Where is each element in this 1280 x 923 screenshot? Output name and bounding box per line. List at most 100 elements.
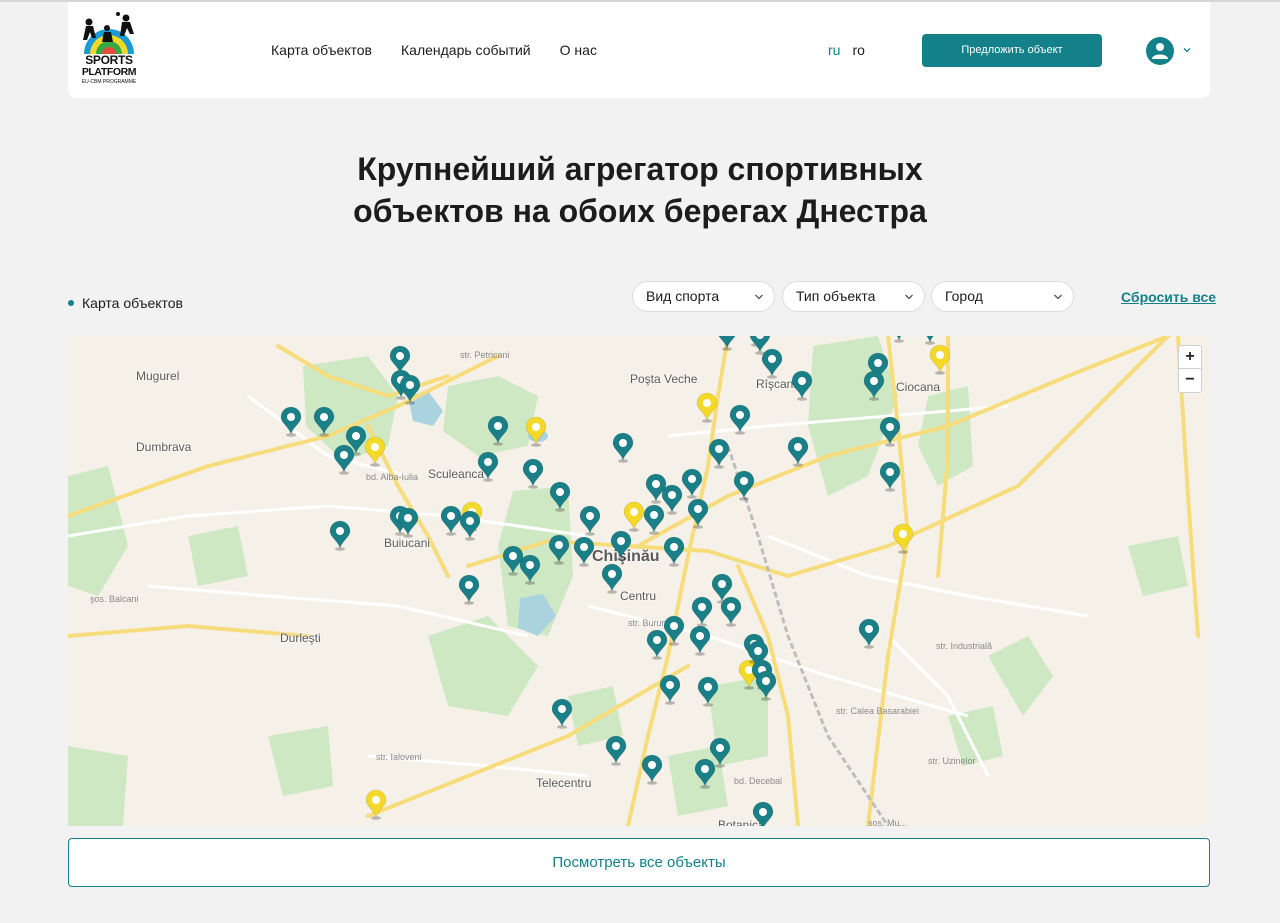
map-pin-teal[interactable] bbox=[601, 563, 623, 594]
map-pin-teal[interactable] bbox=[791, 370, 813, 401]
map-pin-teal[interactable] bbox=[605, 735, 627, 766]
chevron-down-icon bbox=[1054, 294, 1062, 300]
map-pin-yellow[interactable] bbox=[365, 789, 387, 820]
map-pin-teal[interactable] bbox=[519, 554, 541, 585]
suggest-object-button[interactable]: Предложить объект bbox=[922, 34, 1102, 67]
sport-type-select-value: Вид спорта bbox=[646, 288, 720, 304]
map-pin-teal[interactable] bbox=[551, 698, 573, 729]
map-pin-teal[interactable] bbox=[863, 370, 885, 401]
map-pin-teal[interactable] bbox=[548, 534, 570, 565]
map-street-label: str. Uzinelor bbox=[928, 756, 976, 766]
map-street-label: şos. Balcani bbox=[90, 594, 139, 604]
user-icon bbox=[1152, 43, 1168, 59]
map-pin-teal[interactable] bbox=[487, 415, 509, 446]
zoom-in-button[interactable]: + bbox=[1179, 346, 1201, 369]
map-pin-teal[interactable] bbox=[329, 520, 351, 551]
map-pin-yellow[interactable] bbox=[929, 344, 951, 375]
chevron-down-icon bbox=[905, 294, 913, 300]
map-pin-teal[interactable] bbox=[694, 758, 716, 789]
map-pin-teal[interactable] bbox=[579, 505, 601, 536]
map-pin-teal[interactable] bbox=[687, 498, 709, 529]
map-pin-teal[interactable] bbox=[681, 468, 703, 499]
sports-platform-logo[interactable]: SPORTS PLATFORM EU-CBM PROGRAMME bbox=[80, 12, 138, 88]
map-place-label: Centru bbox=[620, 589, 657, 603]
map-pin-teal[interactable] bbox=[659, 674, 681, 705]
map-pin-teal[interactable] bbox=[755, 670, 777, 701]
map-place-label: Durleşti bbox=[280, 631, 321, 645]
map-pin-teal[interactable] bbox=[716, 336, 738, 351]
map-pin-teal[interactable] bbox=[612, 432, 634, 463]
map-markers-layer: str. Petricani bd. Alba-Iulia str. Burundu… bbox=[68, 336, 1210, 826]
sport-type-select[interactable]: Вид спорта bbox=[632, 281, 775, 312]
map-section-label-text: Карта объектов bbox=[82, 295, 183, 311]
map-pin-teal[interactable] bbox=[458, 574, 480, 605]
map-pin-teal[interactable] bbox=[919, 336, 941, 345]
map-pin-teal[interactable] bbox=[280, 406, 302, 437]
logo-emblem-icon bbox=[83, 12, 134, 54]
map-pin-teal[interactable] bbox=[646, 629, 668, 660]
map-pin-teal[interactable] bbox=[691, 596, 713, 627]
chevron-down-icon[interactable] bbox=[1182, 45, 1192, 55]
map-pin-teal[interactable] bbox=[733, 470, 755, 501]
map-pin-teal[interactable] bbox=[477, 451, 499, 482]
map-street-label: str. Industrială bbox=[936, 641, 993, 651]
page-title-text: Крупнейший агрегатор спортивных объектов… bbox=[353, 151, 927, 229]
map-pin-teal[interactable] bbox=[879, 461, 901, 492]
language-switcher: ru ro bbox=[828, 41, 865, 59]
map-pin-teal[interactable] bbox=[689, 625, 711, 656]
map-section-label: Карта объектов bbox=[68, 294, 183, 312]
map-pin-teal[interactable] bbox=[399, 374, 421, 405]
user-avatar[interactable] bbox=[1146, 37, 1174, 65]
map-pin-teal[interactable] bbox=[397, 507, 419, 538]
logo-word-programme: EU-CBM PROGRAMME bbox=[81, 79, 137, 85]
map-pin-teal[interactable] bbox=[720, 596, 742, 627]
map-pin-yellow[interactable] bbox=[696, 392, 718, 423]
map-pin-teal[interactable] bbox=[459, 510, 481, 541]
map-pin-teal[interactable] bbox=[549, 481, 571, 512]
map-pin-teal[interactable] bbox=[313, 406, 335, 437]
nav-link-calendar[interactable]: Календарь событий bbox=[401, 41, 531, 59]
map-place-label: Sculeanca bbox=[428, 467, 485, 481]
map-street-label: bd. Decebal bbox=[734, 776, 783, 786]
map-pin-teal[interactable] bbox=[643, 504, 665, 535]
map-street-label: str. Petricani bbox=[460, 350, 510, 360]
map-pin-teal[interactable] bbox=[752, 801, 774, 826]
reset-filters-link[interactable]: Сбросить все bbox=[1121, 288, 1216, 306]
object-type-select[interactable]: Тип объекта bbox=[782, 281, 925, 312]
map-pin-yellow[interactable] bbox=[892, 523, 914, 554]
nav-link-about[interactable]: О нас bbox=[560, 41, 597, 59]
map-pin-teal[interactable] bbox=[573, 536, 595, 567]
map-pin-yellow[interactable] bbox=[364, 436, 386, 467]
map-pin-teal[interactable] bbox=[879, 416, 901, 447]
map-place-label: Poşta Veche bbox=[630, 372, 698, 386]
lang-ru[interactable]: ru bbox=[828, 41, 840, 59]
map-pin-teal[interactable] bbox=[729, 404, 751, 435]
logo-word-platform: PLATFORM bbox=[81, 66, 137, 78]
objects-map[interactable]: str. Petricani bd. Alba-Iulia str. Burundu… bbox=[68, 336, 1210, 826]
map-pin-teal[interactable] bbox=[787, 436, 809, 467]
map-place-label: Telecentru bbox=[536, 776, 592, 790]
map-pin-teal[interactable] bbox=[697, 676, 719, 707]
main-menu: Карта объектов Календарь событий О нас bbox=[271, 41, 597, 59]
map-pin-teal[interactable] bbox=[858, 618, 880, 649]
chevron-down-icon bbox=[755, 294, 763, 300]
map-street-label: şos. Mu... bbox=[868, 818, 908, 826]
map-pin-teal[interactable] bbox=[888, 336, 910, 343]
map-pin-teal[interactable] bbox=[663, 536, 685, 567]
zoom-out-button[interactable]: − bbox=[1179, 369, 1201, 392]
map-pin-teal[interactable] bbox=[610, 530, 632, 561]
map-pin-teal[interactable] bbox=[522, 458, 544, 489]
nav-link-map[interactable]: Карта объектов bbox=[271, 41, 372, 59]
logo-word-sports: SPORTS bbox=[85, 53, 133, 67]
map-pin-teal[interactable] bbox=[761, 348, 783, 379]
lang-ro[interactable]: ro bbox=[852, 41, 864, 59]
map-pin-teal[interactable] bbox=[333, 444, 355, 475]
map-pin-yellow[interactable] bbox=[525, 416, 547, 447]
site-header: SPORTS PLATFORM EU-CBM PROGRAMME Карта о… bbox=[68, 2, 1210, 98]
map-pin-teal[interactable] bbox=[708, 438, 730, 469]
view-all-objects-button[interactable]: Посмотреть все объекты bbox=[68, 838, 1210, 887]
map-pin-yellow[interactable] bbox=[623, 501, 645, 532]
map-pin-teal[interactable] bbox=[641, 754, 663, 785]
map-place-label: Ciocana bbox=[896, 380, 941, 394]
city-select[interactable]: Город bbox=[931, 281, 1074, 312]
